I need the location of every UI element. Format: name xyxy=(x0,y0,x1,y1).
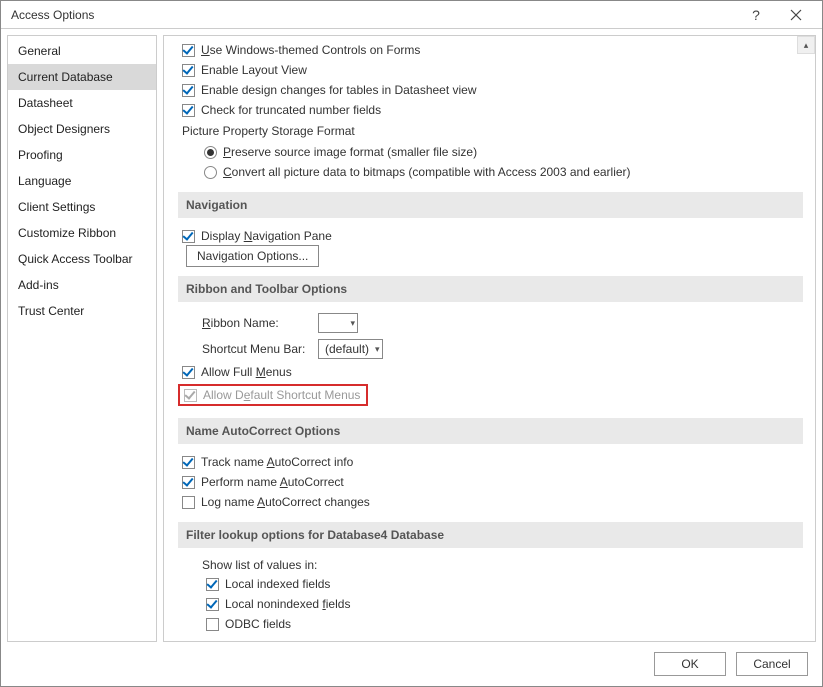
show-list-values-label: Show list of values in: xyxy=(178,556,803,574)
track-name-autocorrect-checkbox[interactable]: Track name AutoCorrect info xyxy=(178,452,803,472)
sidebar-item-datasheet[interactable]: Datasheet xyxy=(8,90,156,116)
checkbox-icon xyxy=(182,64,195,77)
checkbox-icon xyxy=(184,389,197,402)
shortcut-menu-bar-row: Shortcut Menu Bar: (default)▾ xyxy=(178,336,803,362)
radio-label: Preserve source image format (smaller fi… xyxy=(223,145,477,159)
help-button[interactable]: ? xyxy=(736,1,776,29)
window-title: Access Options xyxy=(7,8,736,22)
sidebar-item-add-ins[interactable]: Add-ins xyxy=(8,272,156,298)
ribbon-name-row: Ribbon Name: ▾ xyxy=(178,310,803,336)
enable-design-changes-checkbox-row[interactable]: Enable design changes for tables in Data… xyxy=(178,80,803,100)
radio-icon xyxy=(204,146,217,159)
ribbon-name-select[interactable]: ▾ xyxy=(318,313,358,333)
allow-default-shortcut-menus-checkbox[interactable]: Allow Default Shortcut Menus xyxy=(182,387,360,403)
sidebar-item-current-database[interactable]: Current Database xyxy=(8,64,156,90)
checkbox-icon xyxy=(182,44,195,57)
dialog-body: General Current Database Datasheet Objec… xyxy=(1,29,822,642)
filter-lookup-section-header: Filter lookup options for Database4 Data… xyxy=(178,522,803,548)
local-nonindexed-fields-checkbox[interactable]: Local nonindexed fields xyxy=(202,594,803,614)
allow-default-shortcut-highlight: Allow Default Shortcut Menus xyxy=(178,384,368,406)
checkbox-label: Check for truncated number fields xyxy=(201,103,381,117)
checkbox-icon xyxy=(182,230,195,243)
chevron-down-icon: ▾ xyxy=(375,344,380,355)
navigation-options-button[interactable]: Navigation Options... xyxy=(186,245,319,267)
log-name-autocorrect-checkbox[interactable]: Log name AutoCorrect changes xyxy=(178,492,803,512)
navigation-section-header: Navigation xyxy=(178,192,803,218)
checkbox-label: Local nonindexed fields xyxy=(225,597,350,611)
shortcut-menu-bar-select[interactable]: (default)▾ xyxy=(318,339,383,359)
checkbox-label: Enable design changes for tables in Data… xyxy=(201,83,477,97)
radio-icon xyxy=(204,166,217,179)
checkbox-icon xyxy=(182,366,195,379)
checkbox-icon xyxy=(182,456,195,469)
ribbon-toolbar-section-header: Ribbon and Toolbar Options xyxy=(178,276,803,302)
ok-button[interactable]: OK xyxy=(654,652,726,676)
checkbox-icon xyxy=(182,476,195,489)
checkbox-label: Use Windows-themed Controls on Forms xyxy=(201,43,420,57)
checkbox-label: Enable Layout View xyxy=(201,63,307,77)
ribbon-name-label: Ribbon Name: xyxy=(202,316,308,330)
sidebar-item-language[interactable]: Language xyxy=(8,168,156,194)
sidebar-item-customize-ribbon[interactable]: Customize Ribbon xyxy=(8,220,156,246)
sidebar-item-general[interactable]: General xyxy=(8,38,156,64)
cancel-button[interactable]: Cancel xyxy=(736,652,808,676)
shortcut-menu-bar-label: Shortcut Menu Bar: xyxy=(202,342,308,356)
checkbox-label: Log name AutoCorrect changes xyxy=(201,495,370,509)
checkbox-icon xyxy=(182,84,195,97)
checkbox-label: Local indexed fields xyxy=(225,577,330,591)
name-autocorrect-section-header: Name AutoCorrect Options xyxy=(178,418,803,444)
use-windows-themed-checkbox-row[interactable]: Use Windows-themed Controls on Forms xyxy=(178,40,803,60)
local-indexed-fields-checkbox[interactable]: Local indexed fields xyxy=(202,574,803,594)
sidebar-item-quick-access-toolbar[interactable]: Quick Access Toolbar xyxy=(8,246,156,272)
close-button[interactable] xyxy=(776,1,816,29)
scroll-up-button[interactable]: ▴ xyxy=(797,36,815,54)
convert-bitmaps-radio[interactable]: Convert all picture data to bitmaps (com… xyxy=(178,162,803,182)
checkbox-label: ODBC fields xyxy=(225,617,291,631)
access-options-dialog: Access Options ? General Current Databas… xyxy=(0,0,823,687)
category-sidebar: General Current Database Datasheet Objec… xyxy=(7,35,157,642)
checkbox-label: Allow Default Shortcut Menus xyxy=(203,388,360,402)
chevron-down-icon: ▾ xyxy=(350,318,355,329)
checkbox-icon xyxy=(206,618,219,631)
checkbox-icon xyxy=(206,578,219,591)
options-content[interactable]: Use Windows-themed Controls on Forms Ena… xyxy=(164,36,815,641)
picture-format-label: Picture Property Storage Format xyxy=(178,120,803,142)
checkbox-icon xyxy=(182,104,195,117)
display-navigation-pane-checkbox[interactable]: Display Navigation Pane xyxy=(178,226,803,246)
sidebar-item-object-designers[interactable]: Object Designers xyxy=(8,116,156,142)
sidebar-item-proofing[interactable]: Proofing xyxy=(8,142,156,168)
sidebar-item-trust-center[interactable]: Trust Center xyxy=(8,298,156,324)
enable-layout-view-checkbox-row[interactable]: Enable Layout View xyxy=(178,60,803,80)
content-wrap: ▴ Use Windows-themed Controls on Forms E… xyxy=(163,35,816,642)
dialog-footer: OK Cancel xyxy=(1,642,822,686)
radio-label: Convert all picture data to bitmaps (com… xyxy=(223,165,631,179)
check-truncated-checkbox-row[interactable]: Check for truncated number fields xyxy=(178,100,803,120)
sidebar-item-client-settings[interactable]: Client Settings xyxy=(8,194,156,220)
checkbox-label: Track name AutoCorrect info xyxy=(201,455,353,469)
odbc-fields-checkbox[interactable]: ODBC fields xyxy=(202,614,803,634)
checkbox-icon xyxy=(182,496,195,509)
checkbox-label: Display Navigation Pane xyxy=(201,229,332,243)
perform-name-autocorrect-checkbox[interactable]: Perform name AutoCorrect xyxy=(178,472,803,492)
titlebar: Access Options ? xyxy=(1,1,822,29)
preserve-image-format-radio[interactable]: Preserve source image format (smaller fi… xyxy=(178,142,803,162)
checkbox-label: Perform name AutoCorrect xyxy=(201,475,344,489)
checkbox-icon xyxy=(206,598,219,611)
close-icon xyxy=(790,9,802,21)
checkbox-label: Allow Full Menus xyxy=(201,365,292,379)
allow-full-menus-checkbox[interactable]: Allow Full Menus xyxy=(178,362,803,382)
